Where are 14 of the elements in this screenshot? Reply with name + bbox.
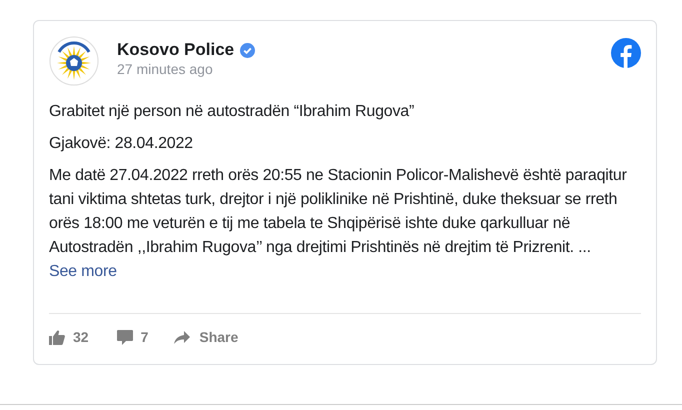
thumbs-up-icon (49, 330, 65, 345)
post-text: Gjakovë: 28.04.2022 (49, 134, 194, 154)
share-arrow-icon (174, 331, 190, 344)
share-button[interactable]: Share (174, 327, 238, 348)
comment-button[interactable]: 7 (116, 327, 148, 348)
like-button[interactable]: 32 (49, 327, 89, 348)
post-text: Grabitet një person në autostradën “Ibrahim Rugova” (49, 102, 416, 122)
post-text: Me datë 27.04.2022 rreth orës 20:55 ne Stacionin Policor-Malishevë është paraqitur tani viktima shtetas turk, drejtor i një poliklinike në Prishtinë, duke theksuar se rreth orës 18:00 me veturën e tij me tabela te Shqipërisë ishte duke qarkulluar në Autostradën ,,Ibrahim Rugova’’ nga drejtimi Prishtinës në drejtim të Prizrenit. ... See more (49, 166, 628, 282)
see-more-link[interactable]: See more (49, 263, 117, 280)
post-time[interactable]: 27 minutes ago (117, 60, 256, 78)
facebook-logo-icon[interactable] (611, 38, 641, 68)
speech-bubble-icon (116, 330, 133, 345)
page-name[interactable]: Kosovo Police (117, 40, 234, 60)
police-badge-icon (49, 36, 99, 86)
